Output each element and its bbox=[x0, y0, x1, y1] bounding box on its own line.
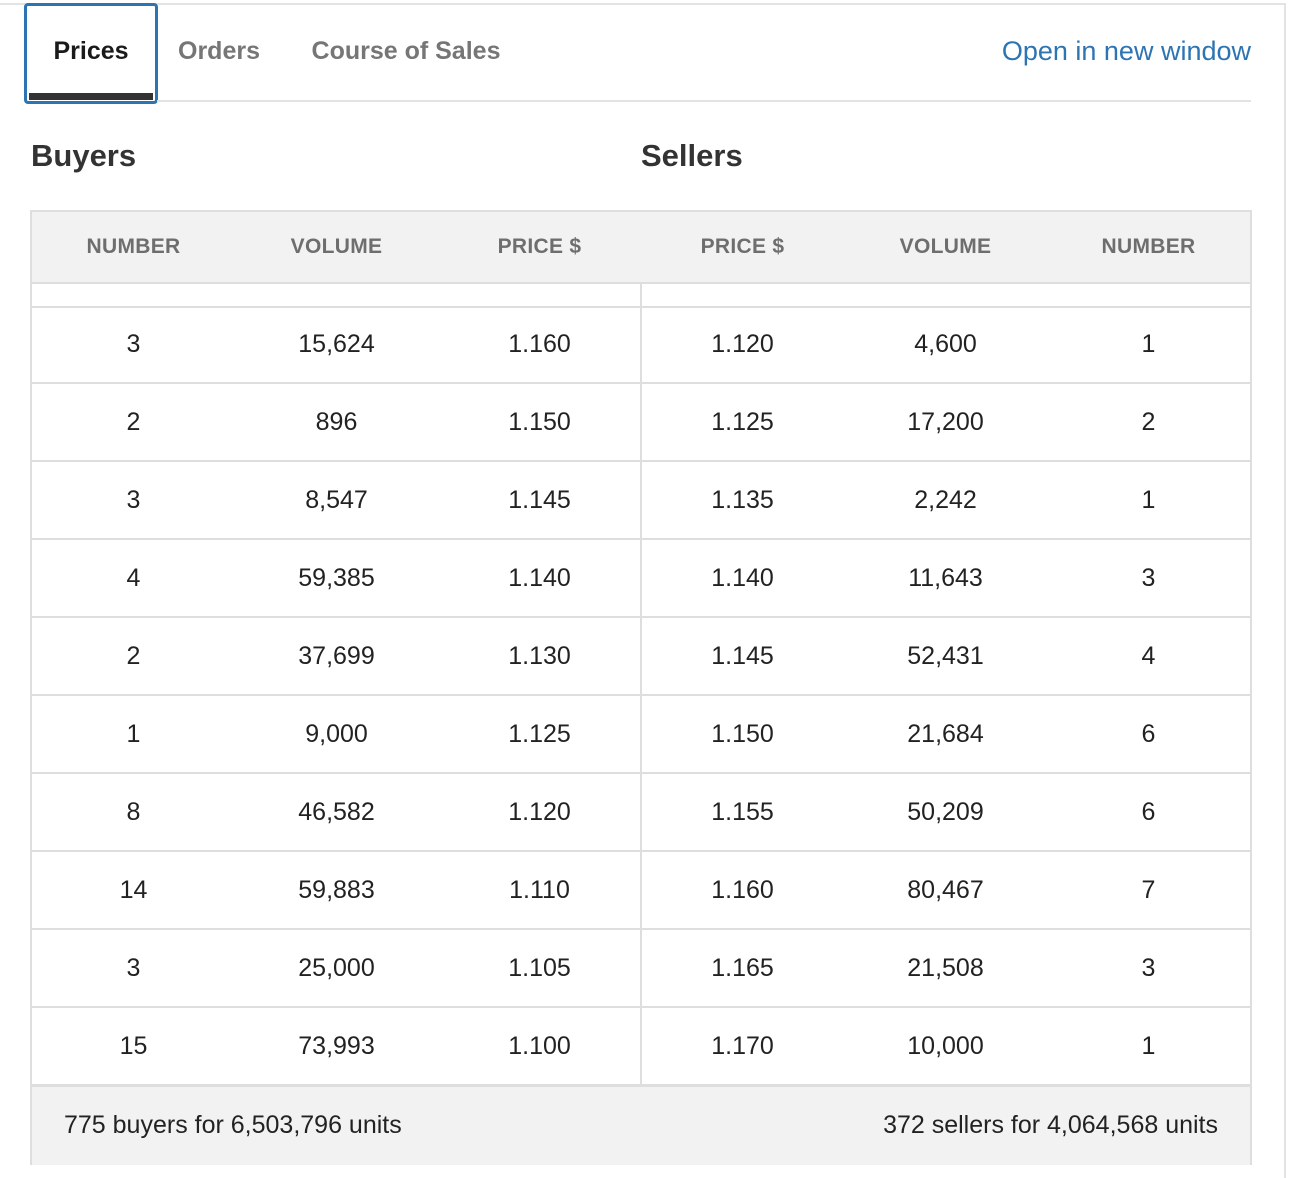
buyers-volume-cell: 59,883 bbox=[298, 875, 375, 904]
buyers-price-cell: 1.110 bbox=[509, 875, 570, 904]
sellers-number-cell: 1 bbox=[1141, 329, 1156, 358]
sellers-volume-cell: 17,200 bbox=[907, 407, 984, 436]
sellers-number-cell: 6 bbox=[1141, 719, 1156, 748]
buyers-heading: Buyers bbox=[31, 138, 137, 173]
buyers-price-cell: 1.100 bbox=[508, 1031, 571, 1060]
header-buyers-price: PRICE $ bbox=[497, 235, 582, 258]
tab-prices[interactable]: Prices bbox=[24, 3, 158, 104]
buyers-volume-cell: 73,993 bbox=[298, 1031, 375, 1060]
buyers-volume-cell: 37,699 bbox=[298, 641, 375, 670]
sellers-volume-cell: 2,242 bbox=[914, 485, 977, 514]
sellers-price-cell: 1.120 bbox=[711, 329, 774, 358]
sellers-volume-cell: 80,467 bbox=[907, 875, 984, 904]
buyers-price-cell: 1.130 bbox=[508, 641, 571, 670]
buyers-price-cell: 1.140 bbox=[508, 563, 571, 592]
buyers-number-cell: 8 bbox=[126, 797, 141, 826]
buyers-price-cell: 1.120 bbox=[508, 797, 571, 826]
tabs-divider bbox=[157, 100, 1251, 102]
buyers-volume-cell: 46,582 bbox=[298, 797, 375, 826]
sellers-number-cell: 3 bbox=[1141, 563, 1156, 592]
buyers-price-cell: 1.105 bbox=[508, 953, 571, 982]
sellers-volume-cell: 4,600 bbox=[914, 329, 977, 358]
sellers-heading: Sellers bbox=[641, 138, 743, 173]
buyers-volume-cell: 8,547 bbox=[305, 485, 368, 514]
table-header: NUMBER VOLUME PRICE $ PRICE $ VOLUME NUM… bbox=[32, 212, 1250, 284]
sellers-volume-cell: 52,431 bbox=[907, 641, 984, 670]
sellers-price-cell: 1.145 bbox=[711, 641, 774, 670]
sellers-price-cell: 1.160 bbox=[711, 875, 774, 904]
tab-orders[interactable]: Orders bbox=[176, 3, 262, 104]
buyers-price-cell: 1.150 bbox=[508, 407, 571, 436]
header-sellers-volume: VOLUME bbox=[899, 235, 992, 258]
buyers-number-cell: 14 bbox=[119, 875, 148, 904]
buyers-volume-cell: 9,000 bbox=[305, 719, 368, 748]
table-footer: 775 buyers for 6,503,796 units 372 selle… bbox=[32, 1085, 1250, 1165]
buyers-price-cell: 1.125 bbox=[508, 719, 571, 748]
header-sellers-number: NUMBER bbox=[1101, 235, 1196, 258]
buyers-number-cell: 15 bbox=[119, 1031, 148, 1060]
tab-course-of-sales[interactable]: Course of Sales bbox=[308, 3, 504, 104]
buyers-number-cell: 3 bbox=[126, 329, 141, 358]
right-border bbox=[1284, 3, 1286, 1178]
sellers-price-cell: 1.125 bbox=[711, 407, 774, 436]
sellers-volume-cell: 11,643 bbox=[908, 563, 983, 592]
sellers-price-cell: 1.165 bbox=[711, 953, 774, 982]
buyers-number-cell: 2 bbox=[126, 407, 141, 436]
buyers-price-cell: 1.160 bbox=[508, 329, 571, 358]
sellers-volume-cell: 50,209 bbox=[907, 797, 984, 826]
buyers-volume-cell: 59,385 bbox=[298, 563, 375, 592]
header-buyers-number: NUMBER bbox=[86, 235, 181, 258]
open-in-new-window-link[interactable]: Open in new window bbox=[1002, 36, 1251, 67]
sellers-number-cell: 1 bbox=[1141, 485, 1156, 514]
sellers-number-cell: 6 bbox=[1141, 797, 1156, 826]
buyers-summary: 775 buyers for 6,503,796 units bbox=[64, 1111, 402, 1139]
sellers-number-cell: 7 bbox=[1141, 875, 1156, 904]
header-sellers-price: PRICE $ bbox=[700, 235, 785, 258]
buyers-volume-cell: 25,000 bbox=[298, 953, 375, 982]
sellers-price-cell: 1.135 bbox=[711, 485, 774, 514]
buyers-number-cell: 1 bbox=[126, 719, 141, 748]
sellers-price-cell: 1.155 bbox=[711, 797, 774, 826]
buyers-number-cell: 2 bbox=[126, 641, 141, 670]
sellers-summary: 372 sellers for 4,064,568 units bbox=[883, 1111, 1218, 1139]
sellers-number-cell: 2 bbox=[1141, 407, 1156, 436]
sellers-number-cell: 1 bbox=[1141, 1031, 1156, 1060]
sellers-number-cell: 3 bbox=[1141, 953, 1156, 982]
buyers-price-cell: 1.145 bbox=[508, 485, 571, 514]
sellers-volume-cell: 21,508 bbox=[907, 953, 984, 982]
sellers-volume-cell: 21,684 bbox=[907, 719, 984, 748]
buyers-number-cell: 3 bbox=[126, 953, 141, 982]
buyers-volume-cell: 896 bbox=[315, 407, 358, 436]
market-depth-table: NUMBER VOLUME PRICE $ PRICE $ VOLUME NUM… bbox=[30, 210, 1252, 1165]
header-buyers-volume: VOLUME bbox=[290, 235, 383, 258]
buyers-number-cell: 4 bbox=[126, 563, 141, 592]
sellers-volume-cell: 10,000 bbox=[907, 1031, 984, 1060]
sellers-price-cell: 1.150 bbox=[711, 719, 774, 748]
sellers-price-cell: 1.140 bbox=[711, 563, 774, 592]
sellers-price-cell: 1.170 bbox=[711, 1031, 774, 1060]
buyers-number-cell: 3 bbox=[126, 485, 141, 514]
buyers-sellers-divider bbox=[640, 284, 642, 1086]
buyers-volume-cell: 15,624 bbox=[298, 329, 375, 358]
sellers-number-cell: 4 bbox=[1141, 641, 1156, 670]
